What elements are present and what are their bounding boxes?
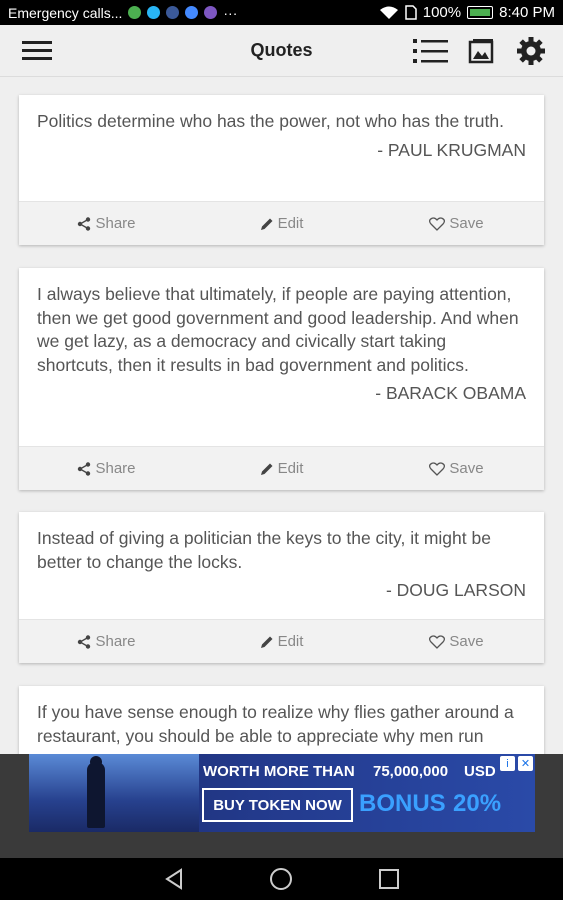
share-label: Share bbox=[95, 633, 136, 650]
ad-person bbox=[87, 762, 105, 828]
battery-icon bbox=[467, 6, 494, 19]
pencil-icon bbox=[260, 463, 273, 475]
gear-icon[interactable] bbox=[513, 33, 549, 69]
list-icon[interactable] bbox=[413, 33, 449, 69]
save-label: Save bbox=[449, 460, 484, 477]
back-icon[interactable] bbox=[154, 859, 194, 899]
ad-bonus-label: BONUS bbox=[359, 790, 446, 817]
notification-icon bbox=[204, 6, 218, 19]
share-icon bbox=[78, 216, 91, 231]
sim-icon bbox=[405, 5, 417, 20]
edit-button[interactable]: Edit bbox=[194, 215, 369, 232]
quotes-list: Politics determine who has the power, no… bbox=[0, 77, 563, 754]
quote-card: If you have sense enough to realize why … bbox=[19, 686, 544, 754]
battery-percent: 100% bbox=[422, 4, 462, 21]
card-actions: Share Edit Save bbox=[19, 619, 544, 663]
quote-author: - DOUG LARSON bbox=[385, 580, 526, 600]
ad-amount: 75,000,000 bbox=[373, 763, 449, 780]
ad-container: WORTH MORE THAN 75,000,000 USD BUY TOKEN… bbox=[0, 754, 563, 858]
quote-text: If you have sense enough to realize why … bbox=[37, 702, 514, 746]
share-label: Share bbox=[95, 460, 136, 477]
messenger-icon bbox=[185, 6, 199, 19]
carrier-text: Emergency calls... bbox=[8, 4, 123, 21]
share-button[interactable]: Share bbox=[19, 460, 194, 477]
share-button[interactable]: Share bbox=[19, 215, 194, 232]
quote-text: Instead of giving a politician the keys … bbox=[37, 528, 491, 572]
ad-bonus-value: 20% bbox=[453, 790, 502, 817]
ad-banner[interactable]: WORTH MORE THAN 75,000,000 USD BUY TOKEN… bbox=[29, 754, 535, 832]
ad-info-icon[interactable]: i bbox=[500, 756, 515, 771]
more-notifications: ··· bbox=[223, 4, 238, 21]
card-actions: Share Edit Save bbox=[19, 446, 544, 490]
heart-icon bbox=[429, 216, 446, 231]
save-label: Save bbox=[449, 215, 484, 232]
home-icon[interactable] bbox=[261, 859, 301, 899]
quote-card: I always believe that ultimately, if peo… bbox=[19, 268, 544, 490]
buy-token-button[interactable]: BUY TOKEN NOW bbox=[202, 788, 353, 822]
edit-label: Edit bbox=[277, 460, 304, 477]
quote-author: - PAUL KRUGMAN bbox=[377, 139, 526, 160]
wifi-icon bbox=[379, 6, 398, 19]
heart-icon bbox=[429, 634, 446, 649]
share-label: Share bbox=[95, 215, 136, 232]
save-label: Save bbox=[449, 633, 484, 650]
card-actions: Share Edit Save bbox=[19, 201, 544, 245]
notification-icon bbox=[128, 6, 142, 19]
quote-text: Politics determine who has the power, no… bbox=[37, 111, 504, 131]
system-nav-bar bbox=[0, 858, 563, 900]
save-button[interactable]: Save bbox=[369, 633, 544, 650]
app-bar: Quotes bbox=[0, 25, 563, 77]
pencil-icon bbox=[260, 636, 273, 648]
menu-icon[interactable] bbox=[22, 33, 58, 69]
share-icon bbox=[78, 461, 91, 476]
pencil-icon bbox=[260, 218, 273, 230]
ad-image bbox=[29, 754, 199, 832]
clock: 8:40 PM bbox=[499, 4, 555, 21]
edit-label: Edit bbox=[277, 215, 304, 232]
edit-label: Edit bbox=[277, 633, 304, 650]
quote-author: - BARACK OBAMA bbox=[375, 383, 526, 403]
quote-text: I always believe that ultimately, if peo… bbox=[37, 284, 519, 375]
image-icon[interactable] bbox=[463, 33, 499, 69]
edit-button[interactable]: Edit bbox=[194, 460, 369, 477]
ad-currency: USD bbox=[464, 763, 496, 780]
ad-headline: WORTH MORE THAN bbox=[203, 763, 355, 780]
save-button[interactable]: Save bbox=[369, 460, 544, 477]
quote-card: Instead of giving a politician the keys … bbox=[19, 512, 544, 663]
share-icon bbox=[78, 634, 91, 649]
heart-icon bbox=[429, 461, 446, 476]
quote-card: Politics determine who has the power, no… bbox=[19, 95, 544, 245]
share-button[interactable]: Share bbox=[19, 633, 194, 650]
recents-icon[interactable] bbox=[369, 859, 409, 899]
notification-icon bbox=[147, 6, 161, 19]
status-bar: Emergency calls... ··· 100% 8:40 PM bbox=[0, 0, 563, 25]
save-button[interactable]: Save bbox=[369, 215, 544, 232]
ad-close-icon[interactable]: ✕ bbox=[518, 756, 533, 771]
facebook-icon bbox=[166, 6, 180, 19]
edit-button[interactable]: Edit bbox=[194, 633, 369, 650]
